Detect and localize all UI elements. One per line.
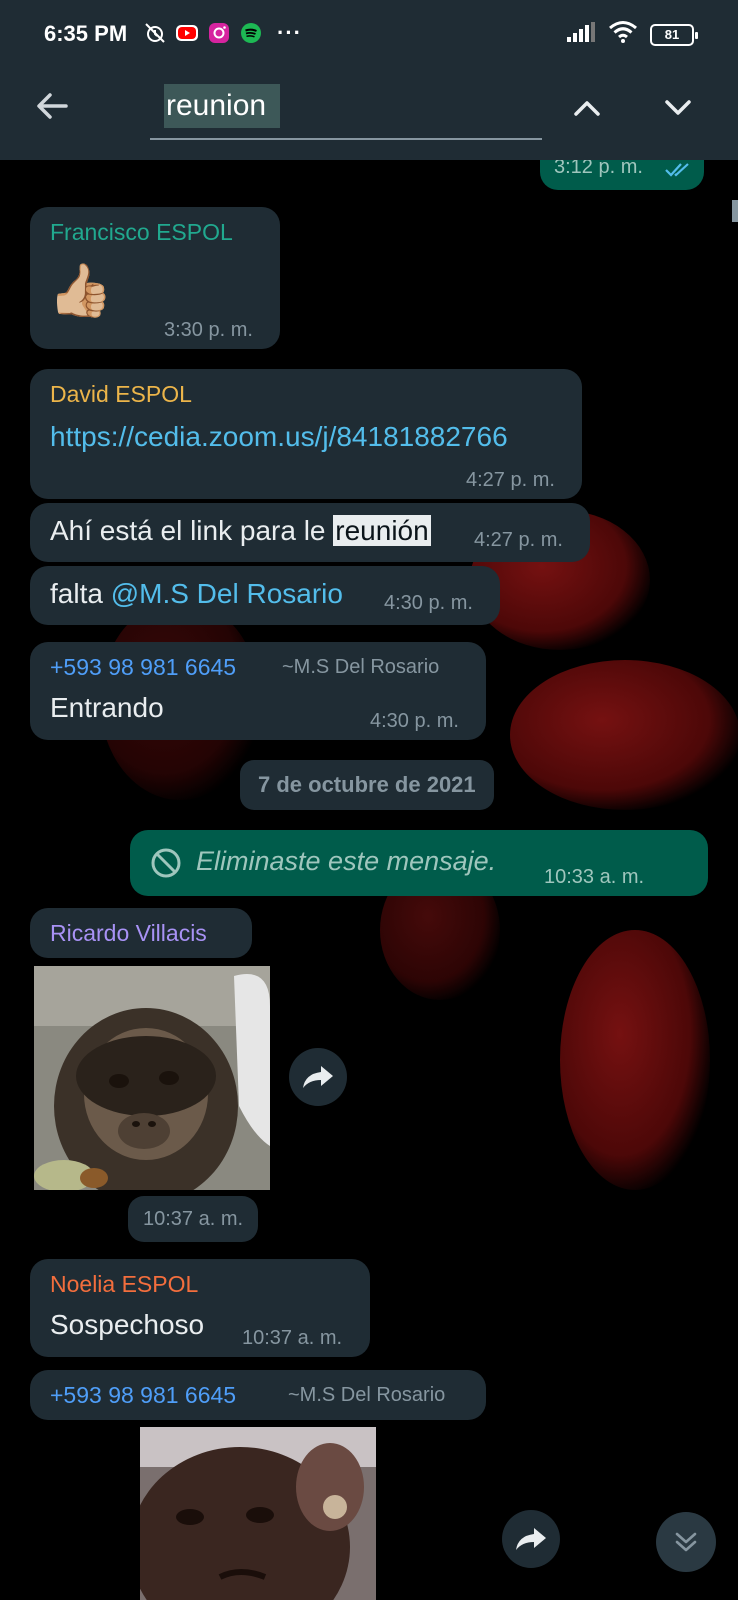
sender-alias: ~M.S Del Rosario — [282, 656, 440, 678]
chevron-down-icon — [665, 100, 691, 115]
notification-icons: ··· — [143, 20, 302, 46]
message-time: 10:37 a. m. — [242, 1327, 343, 1349]
previous-result-button[interactable] — [565, 86, 609, 130]
search-match-highlight: reunión — [333, 515, 431, 546]
message-deleted-outgoing[interactable]: Eliminaste este mensaje. 10:33 a. m. — [130, 830, 708, 896]
sender-name: Noelia ESPOL — [50, 1271, 199, 1297]
sender-chip: Ricardo Villacis — [30, 908, 252, 958]
message-text: Ahí está el link para le reunión — [50, 515, 431, 547]
message-text: falta @M.S Del Rosario — [50, 578, 343, 610]
forward-icon — [303, 1066, 333, 1088]
sender-name: Francisco ESPOL — [50, 219, 233, 245]
message-text-part: falta — [50, 578, 111, 609]
message-text-part: Ahí está el link para le — [50, 515, 334, 546]
sender-chip: +593 98 981 6645 ~M.S Del Rosario — [30, 1370, 486, 1420]
thumbs-up-emoji: 👍🏼 — [48, 262, 113, 320]
message-incoming[interactable]: falta @M.S Del Rosario 4:30 p. m. — [30, 566, 500, 625]
message-time: 4:27 p. m. — [466, 469, 555, 491]
scroll-to-bottom-button[interactable] — [656, 1512, 716, 1572]
back-button[interactable] — [32, 86, 72, 126]
sender-alias: ~M.S Del Rosario — [288, 1384, 446, 1406]
image-time: 10:37 a. m. — [128, 1196, 259, 1242]
image-person[interactable] — [140, 1427, 376, 1600]
message-time: 4:30 p. m. — [370, 710, 459, 732]
youtube-icon — [175, 21, 199, 45]
instagram-icon — [207, 21, 231, 45]
forward-icon — [516, 1528, 546, 1550]
wifi-icon — [608, 20, 638, 49]
sender-phone[interactable]: +593 98 981 6645 — [50, 1382, 236, 1409]
wallpaper-flamingo — [510, 660, 738, 810]
status-time: 6:35 PM — [44, 21, 128, 46]
date-divider: 7 de octubre de 2021 — [240, 760, 494, 810]
spotify-icon — [239, 21, 263, 45]
read-receipt-icon — [665, 163, 689, 177]
message-time: 4:27 p. m. — [474, 529, 563, 551]
image-monkey[interactable] — [34, 966, 270, 1190]
signal-icon — [566, 21, 596, 48]
arrow-back-icon — [37, 93, 68, 119]
user-mention[interactable]: @M.S Del Rosario — [111, 578, 343, 609]
monkey-photo-illustration — [34, 966, 270, 1190]
status-bar: 6:35 PM ··· 81 — [0, 0, 738, 68]
forward-button[interactable] — [289, 1048, 347, 1106]
chat-scrollbar[interactable] — [732, 200, 738, 222]
person-photo-illustration — [140, 1427, 376, 1600]
message-time: 3:30 p. m. — [164, 319, 253, 341]
message-incoming[interactable]: Francisco ESPOL 👍🏼 3:30 p. m. — [30, 207, 280, 349]
sender-name: David ESPOL — [50, 381, 192, 407]
alarm-off-icon — [143, 21, 167, 45]
message-time: 4:30 p. m. — [384, 592, 473, 614]
double-chevron-down-icon — [675, 1532, 697, 1552]
deleted-message-text: Eliminaste este mensaje. — [196, 846, 497, 876]
message-incoming[interactable]: Noelia ESPOL Sospechoso 10:37 a. m. — [30, 1259, 370, 1357]
message-link[interactable]: https://cedia.zoom.us/j/84181882766 — [50, 421, 508, 453]
battery-indicator: 81 — [650, 23, 698, 46]
blocked-icon — [151, 848, 181, 878]
message-time: 10:33 a. m. — [544, 866, 645, 888]
more-notifications: ··· — [277, 20, 302, 45]
sender-phone[interactable]: +593 98 981 6645 — [50, 654, 236, 681]
search-input[interactable] — [164, 84, 280, 128]
message-incoming[interactable]: Ahí está el link para le reunión 4:27 p.… — [30, 503, 590, 562]
chevron-up-icon — [574, 101, 600, 116]
message-incoming[interactable]: David ESPOL https://cedia.zoom.us/j/8418… — [30, 369, 582, 499]
message-incoming[interactable]: +593 98 981 6645 ~M.S Del Rosario Entran… — [30, 642, 486, 740]
status-right: 81 — [566, 20, 698, 49]
message-text: Sospechoso — [50, 1309, 205, 1340]
message-text: Entrando — [50, 692, 164, 723]
next-result-button[interactable] — [656, 86, 700, 130]
search-field — [150, 78, 542, 140]
header-bar: 6:35 PM ··· 81 — [0, 0, 738, 160]
forward-button[interactable] — [502, 1510, 560, 1568]
wallpaper-flamingo — [560, 930, 710, 1190]
sender-name: Ricardo Villacis — [50, 920, 207, 946]
